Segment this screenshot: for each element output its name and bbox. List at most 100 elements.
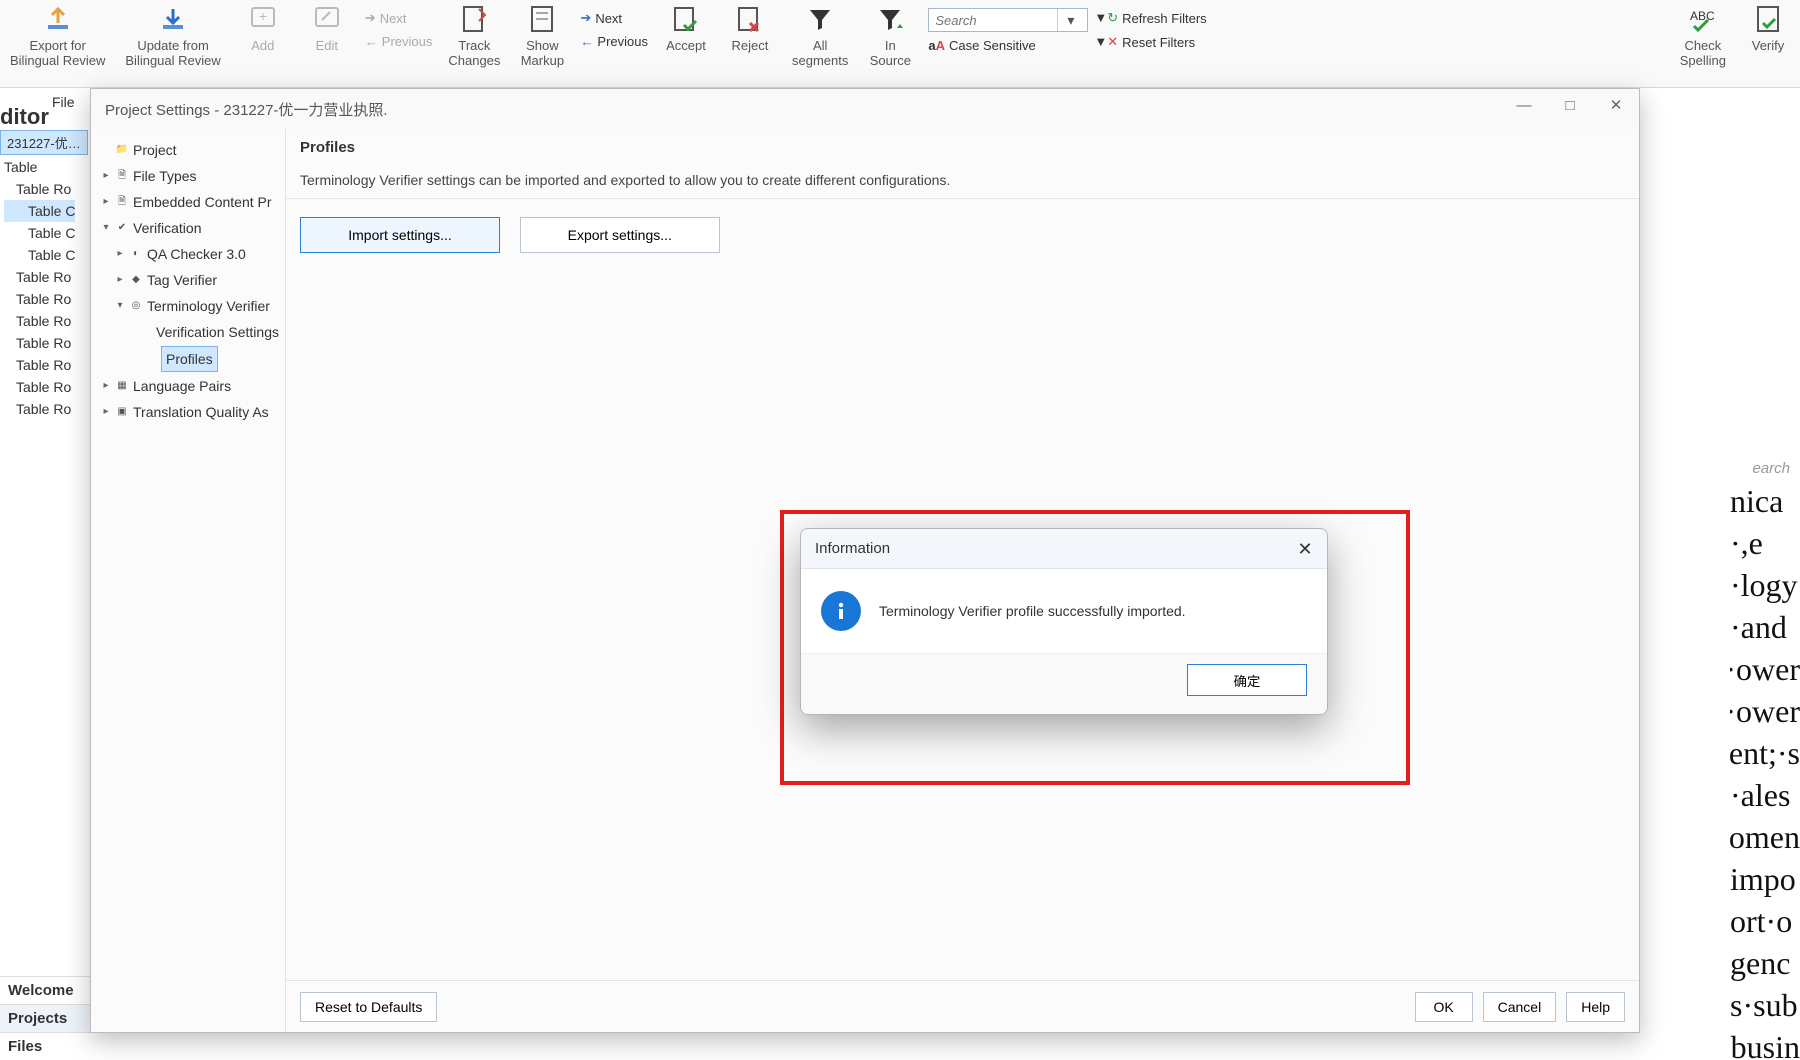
funnel-up-icon (873, 4, 907, 34)
node-label: Translation Quality As (133, 400, 269, 424)
translation-text-fragment: nicae,·logy·and·ower·ower·ent;·sales·ome… (1730, 480, 1800, 1060)
verify-button[interactable]: Verify (1736, 4, 1800, 53)
svg-text:ABC: ABC (1690, 9, 1715, 23)
node-icon: 📁 (115, 143, 129, 157)
next-change-button[interactable]: ➔Next (574, 8, 654, 28)
info-title: Information (815, 540, 890, 557)
node-label: QA Checker 3.0 (147, 242, 246, 266)
welcome-tab[interactable]: Welcome (0, 976, 90, 1004)
doc-tree-node[interactable]: Table Ro (4, 354, 75, 376)
doc-tree-node[interactable]: Table C (4, 200, 75, 222)
info-close-button[interactable]: ✕ (1293, 537, 1317, 561)
tree-node-language-pairs[interactable]: ▸ ▦ Language Pairs (95, 373, 281, 399)
node-label: Terminology Verifier (147, 294, 270, 318)
node-icon: ◆ (129, 273, 143, 287)
doc-tree-node[interactable]: Table Ro (4, 376, 75, 398)
reset-defaults-button[interactable]: Reset to Defaults (300, 992, 437, 1022)
info-titlebar[interactable]: Information ✕ (801, 529, 1327, 569)
help-button[interactable]: Help (1566, 992, 1625, 1022)
comment-nav: ➔Next ←Previous (359, 4, 439, 51)
export-bilingual-button[interactable]: Export forBilingual Review (0, 4, 115, 68)
search-dropdown-button[interactable]: ▾ (1057, 9, 1083, 31)
export-icon (41, 4, 75, 34)
edit-comment-button[interactable]: Edit (295, 4, 359, 53)
node-icon: ▦ (115, 379, 129, 393)
doc-tree-node[interactable]: Table Ro (4, 178, 75, 200)
panel-title: Profiles (300, 139, 1625, 156)
tree-node-translation-quality-as[interactable]: ▸▣Translation Quality As (95, 399, 281, 425)
minimize-button[interactable]: — (1501, 89, 1547, 121)
info-ok-button[interactable]: 确定 (1187, 664, 1307, 696)
in-source-button[interactable]: In Source (858, 4, 922, 68)
files-tab[interactable]: Files (0, 1032, 90, 1060)
accept-button[interactable]: Accept (654, 4, 718, 53)
prev-comment-button[interactable]: ←Previous (359, 32, 439, 51)
cancel-button[interactable]: Cancel (1483, 992, 1557, 1022)
info-icon (821, 591, 861, 631)
import-settings-button[interactable]: Import settings... (300, 217, 500, 253)
node-label: Language Pairs (133, 374, 231, 398)
arrow-right-icon: ➔ (580, 10, 591, 26)
node-label: Project (133, 138, 177, 162)
spellcheck-icon: ABC (1686, 4, 1720, 34)
tree-node-verification[interactable]: ▾✔Verification (95, 215, 281, 241)
node-icon: ◎ (129, 299, 143, 313)
node-label: Profiles (161, 346, 218, 372)
document-tab[interactable]: 231227-优… (0, 130, 88, 155)
funnel-icon (803, 4, 837, 34)
add-comment-button[interactable]: + Add (231, 4, 295, 53)
verify-icon (1751, 4, 1785, 34)
search-input[interactable] (929, 13, 1057, 28)
edit-icon (310, 4, 344, 34)
doc-tree-node[interactable]: Table (4, 156, 75, 178)
settings-tree[interactable]: 📁 Project▸🗎File Types▸🗎Embedded Content P… (91, 129, 286, 1032)
tree-node-profiles[interactable]: Profiles (95, 345, 281, 373)
ok-button[interactable]: OK (1415, 992, 1473, 1022)
tree-node-embedded-content-pr[interactable]: ▸🗎Embedded Content Pr (95, 189, 281, 215)
next-comment-button[interactable]: ➔Next (359, 8, 439, 28)
reject-icon (733, 4, 767, 34)
doc-tree-node[interactable]: Table Ro (4, 310, 75, 332)
doc-tree-node[interactable]: Table C (4, 244, 75, 266)
tree-node-verification-settings[interactable]: Verification Settings (95, 319, 281, 345)
doc-tree-node[interactable]: Table Ro (4, 398, 75, 420)
markup-icon (525, 4, 559, 34)
tree-node-project[interactable]: 📁 Project (95, 137, 281, 163)
dialog-titlebar[interactable]: Project Settings - 231227-优一力营业执照. — □ ✕ (91, 89, 1639, 129)
panel-header: Profiles Terminology Verifier settings c… (286, 129, 1639, 199)
doc-tree-node[interactable]: Table Ro (4, 288, 75, 310)
add-icon: + (246, 4, 280, 34)
tree-node-tag-verifier[interactable]: ▸◆Tag Verifier (95, 267, 281, 293)
case-icon: aA (928, 38, 945, 53)
update-bilingual-button[interactable]: Update fromBilingual Review (115, 4, 230, 68)
search-box[interactable]: ▾ (928, 8, 1088, 32)
doc-tree-node[interactable]: Table C (4, 222, 75, 244)
doc-tree-node[interactable]: Table Ro (4, 332, 75, 354)
expand-icon: ▾ (101, 216, 111, 240)
tree-node-terminology-verifier[interactable]: ▾◎Terminology Verifier (95, 293, 281, 319)
expand-icon: ▸ (101, 374, 111, 398)
info-message: Terminology Verifier profile successfull… (879, 603, 1186, 619)
projects-tab[interactable]: Projects (0, 1004, 90, 1032)
accept-icon (669, 4, 703, 34)
reject-button[interactable]: Reject (718, 4, 782, 53)
change-nav: ➔Next ←Previous (574, 4, 654, 51)
check-spelling-button[interactable]: ABC Check Spelling (1670, 4, 1736, 68)
show-markup-button[interactable]: Show Markup (510, 4, 574, 68)
arrow-right-icon: ➔ (365, 10, 376, 26)
document-structure-tree[interactable]: TableTable RoTable CTable CTable CTable … (4, 156, 75, 420)
track-changes-button[interactable]: Track Changes (438, 4, 510, 68)
close-button[interactable]: ✕ (1593, 89, 1639, 121)
svg-text:+: + (259, 8, 267, 24)
case-sensitive-toggle[interactable]: aACase Sensitive (928, 38, 1088, 53)
prev-change-button[interactable]: ←Previous (574, 32, 654, 51)
doc-tree-node[interactable]: Table Ro (4, 266, 75, 288)
reset-filters-button[interactable]: ▼✕Reset Filters (1094, 34, 1206, 50)
export-settings-button[interactable]: Export settings... (520, 217, 720, 253)
tree-node-file-types[interactable]: ▸🗎File Types (95, 163, 281, 189)
all-segments-button[interactable]: All segments (782, 4, 858, 68)
maximize-button[interactable]: □ (1547, 89, 1593, 121)
refresh-filters-button[interactable]: ▼↻Refresh Filters (1094, 10, 1206, 26)
arrow-left-icon: ← (365, 34, 378, 49)
tree-node-qa-checker-3-0[interactable]: ▸◐QA Checker 3.0 (95, 241, 281, 267)
